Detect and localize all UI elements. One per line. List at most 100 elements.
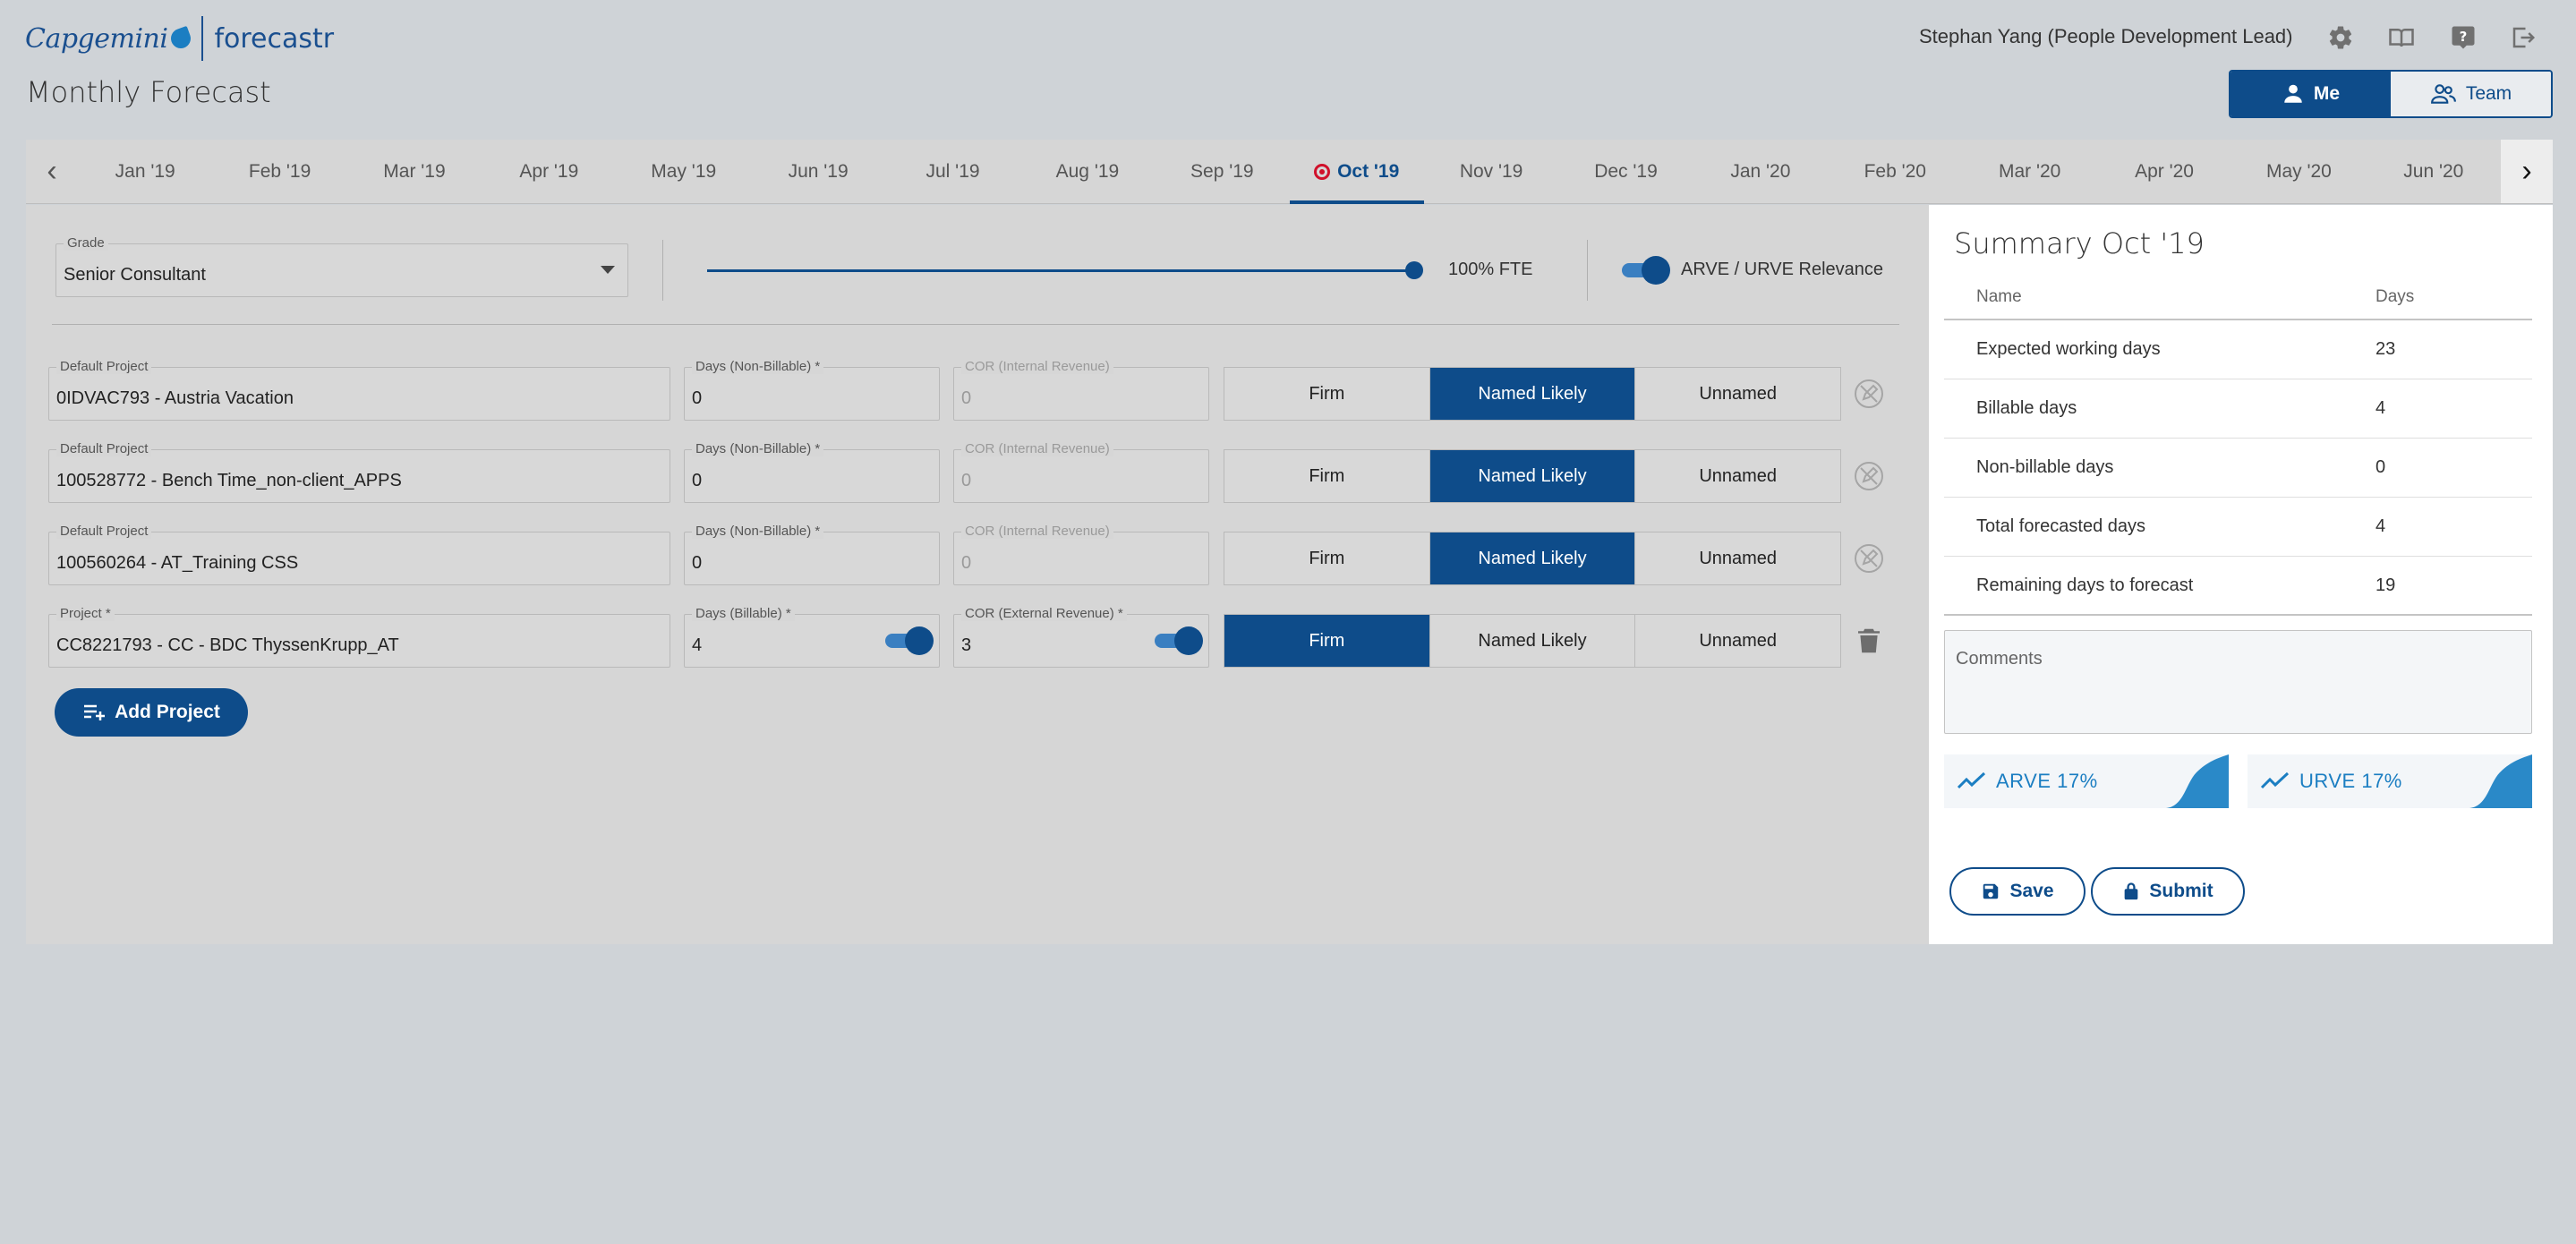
days-input[interactable]: Days (Non-Billable) * 0 <box>684 524 940 585</box>
add-project-button[interactable]: Add Project <box>55 688 248 737</box>
wave-decoration <box>2166 754 2229 808</box>
tab-month[interactable]: Sep '19 <box>1155 140 1289 203</box>
tab-month[interactable]: Jun '19 <box>751 140 885 203</box>
logout-icon[interactable] <box>2506 21 2540 54</box>
status-option-button[interactable]: Unnamed <box>1635 615 1841 667</box>
prev-month-chevron-icon[interactable]: ‹ <box>26 140 78 203</box>
tab-month[interactable]: Mar '19 <box>347 140 482 203</box>
gear-icon[interactable] <box>2324 21 2358 54</box>
wave-decoration <box>2469 754 2532 808</box>
status-option-button[interactable]: Unnamed <box>1635 368 1841 420</box>
tab-month[interactable]: Jan '19 <box>78 140 212 203</box>
person-icon <box>2284 84 2302 103</box>
divider <box>662 240 663 301</box>
status-option-button[interactable]: Unnamed <box>1635 533 1841 584</box>
status-option-button[interactable]: Firm <box>1224 615 1430 667</box>
col-days-header: Days <box>2376 287 2415 306</box>
tab-month[interactable]: Oct '19 <box>1289 140 1425 204</box>
tab-month-label: May '19 <box>651 160 717 182</box>
project-select[interactable]: Default Project 100560264 - AT_Training C… <box>48 524 670 585</box>
relevance-toggle[interactable] <box>1622 256 1670 285</box>
status-option-button[interactable]: Firm <box>1224 368 1430 420</box>
capgemini-logo: Capgemini forecastr <box>25 16 334 61</box>
days-label: Days (Billable) * <box>692 606 795 621</box>
status-option-button[interactable]: Firm <box>1224 450 1430 502</box>
tab-month[interactable]: Aug '19 <box>1020 140 1155 203</box>
tab-month[interactable]: Jan '20 <box>1693 140 1828 203</box>
tab-month[interactable]: May '20 <box>2231 140 2366 203</box>
delete-icon[interactable] <box>1853 625 1885 657</box>
days-label: Days (Non-Billable) * <box>692 524 824 539</box>
product-name: forecastr <box>214 22 335 55</box>
status-option-button[interactable]: Named Likely <box>1429 533 1636 584</box>
summary-table: Name Days Expected working days 23 Billabl… <box>1944 276 2532 616</box>
cor-input[interactable]: COR (Internal Revenue) 0 <box>953 441 1209 503</box>
tab-month[interactable]: May '19 <box>617 140 751 203</box>
next-month-chevron-icon[interactable]: › <box>2501 140 2553 203</box>
status-option-button[interactable]: Unnamed <box>1635 450 1841 502</box>
view-toggle: Me Team <box>2229 70 2553 118</box>
comments-textarea[interactable]: Comments <box>1944 630 2532 734</box>
tab-month-label: Oct '19 <box>1337 160 1400 182</box>
urve-value: URVE 17% <box>2299 770 2402 792</box>
cor-value: 0 <box>961 553 972 573</box>
disabled-edit-icon <box>1853 542 1885 575</box>
page-title: Monthly Forecast <box>26 75 271 109</box>
add-project-label: Add Project <box>115 702 220 722</box>
project-select[interactable]: Default Project 100528772 - Bench Time_no… <box>48 441 670 503</box>
status-option-button[interactable]: Named Likely <box>1429 368 1636 420</box>
tab-month-label: Apr '20 <box>2135 160 2194 182</box>
tab-month[interactable]: Jun '20 <box>2367 140 2501 203</box>
grade-select[interactable]: Grade Senior Consultant <box>55 235 628 297</box>
team-icon <box>2430 84 2456 104</box>
tab-month[interactable]: Feb '20 <box>1828 140 1962 203</box>
book-icon[interactable] <box>2384 21 2418 54</box>
logo-divider <box>201 16 204 61</box>
days-input[interactable]: Days (Billable) * 4 <box>684 606 940 668</box>
trending-up-icon <box>2260 771 2290 789</box>
tab-month[interactable]: Mar '20 <box>1962 140 2096 203</box>
tab-month[interactable]: Apr '20 <box>2097 140 2231 203</box>
cor-value: 0 <box>961 471 972 490</box>
divider <box>1587 240 1588 301</box>
tab-month[interactable]: Nov '19 <box>1424 140 1558 203</box>
cor-input[interactable]: COR (External Revenue) * 3 <box>953 606 1209 668</box>
team-toggle-button[interactable]: Team <box>2391 72 2551 116</box>
help-icon[interactable]: ? <box>2446 21 2480 54</box>
revenue-toggle[interactable] <box>1155 626 1203 655</box>
lock-icon <box>2125 882 2138 900</box>
status-option-button[interactable]: Named Likely <box>1429 615 1636 667</box>
project-select[interactable]: Default Project 0IDVAC793 - Austria Vacat… <box>48 359 670 421</box>
status-option-button[interactable]: Firm <box>1224 533 1430 584</box>
project-select[interactable]: Project * CC8221793 - CC - BDC ThyssenKru… <box>48 606 670 668</box>
fte-slider-track[interactable] <box>707 269 1414 272</box>
fte-slider-knob[interactable] <box>1405 261 1423 279</box>
cor-label: COR (External Revenue) * <box>961 606 1127 621</box>
arve-kpi: ARVE 17% <box>1944 754 2229 808</box>
summary-row-days: 0 <box>2376 457 2386 477</box>
days-input[interactable]: Days (Non-Billable) * 0 <box>684 441 940 503</box>
summary-row: Billable days 4 <box>1944 379 2532 439</box>
summary-row-name: Total forecasted days <box>1976 516 2145 536</box>
tab-month[interactable]: Dec '19 <box>1558 140 1693 203</box>
playlist-add-icon <box>84 704 106 720</box>
summary-row: Non-billable days 0 <box>1944 439 2532 498</box>
save-button[interactable]: Save <box>1949 867 2086 916</box>
billable-toggle[interactable] <box>885 626 934 655</box>
tab-month[interactable]: Jul '19 <box>885 140 1019 203</box>
me-toggle-button[interactable]: Me <box>2231 72 2391 116</box>
days-input[interactable]: Days (Non-Billable) * 0 <box>684 359 940 421</box>
caret-down-icon <box>601 266 615 274</box>
summary-rows: Expected working days 23 Billable days 4 Non… <box>1944 320 2532 616</box>
status-option-button[interactable]: Named Likely <box>1429 450 1636 502</box>
cor-input[interactable]: COR (Internal Revenue) 0 <box>953 524 1209 585</box>
cor-input[interactable]: COR (Internal Revenue) 0 <box>953 359 1209 421</box>
project-value: CC8221793 - CC - BDC ThyssenKrupp_AT <box>56 635 399 655</box>
tab-month[interactable]: Feb '19 <box>212 140 346 203</box>
tab-month[interactable]: Apr '19 <box>482 140 616 203</box>
status-button-group: Firm Named Likely Unnamed <box>1224 367 1841 421</box>
col-name-header: Name <box>1976 287 2022 306</box>
submit-button[interactable]: Submit <box>2091 867 2245 916</box>
tab-month-label: Apr '19 <box>519 160 579 182</box>
save-label: Save <box>2009 881 2054 901</box>
